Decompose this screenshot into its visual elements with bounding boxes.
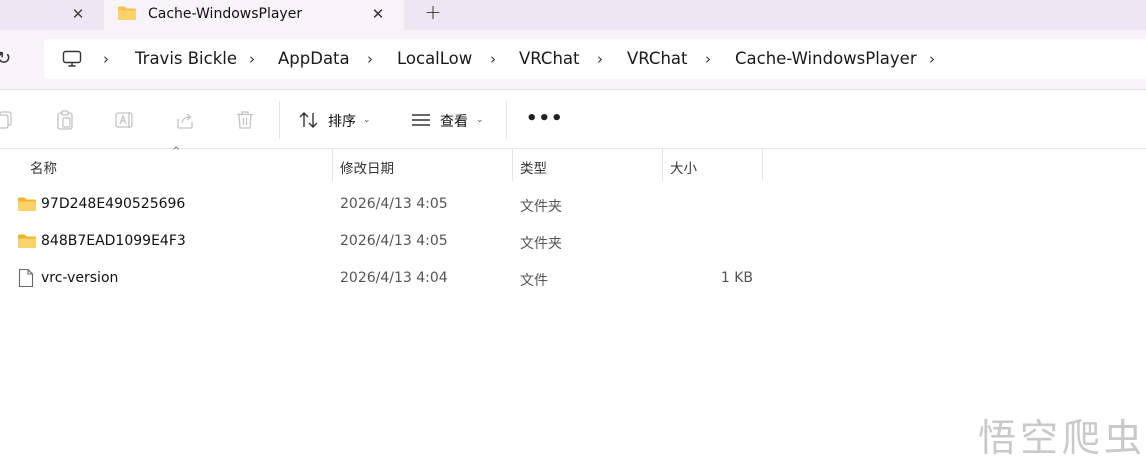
view-icon xyxy=(412,114,430,126)
file-type: 文件 xyxy=(520,273,548,289)
sort-icon xyxy=(299,112,318,128)
column-resize-handle[interactable] xyxy=(762,149,763,181)
breadcrumb-chevron-icon[interactable]: › xyxy=(705,50,711,68)
tab-close-icon[interactable]: ✕ xyxy=(368,4,388,24)
column-header-size[interactable]: 大小 xyxy=(670,157,697,177)
copy-icon[interactable] xyxy=(0,109,16,131)
file-modified: 2026/4/13 4:04 xyxy=(340,270,448,286)
file-size: 1 KB xyxy=(720,270,753,286)
rename-icon[interactable] xyxy=(114,109,136,131)
folder-icon xyxy=(18,197,36,211)
column-resize-handle[interactable] xyxy=(662,149,663,181)
file-name: vrc-version xyxy=(41,270,119,286)
breadcrumb-chevron-icon[interactable]: › xyxy=(490,50,496,68)
file-modified: 2026/4/13 4:05 xyxy=(340,196,448,212)
folder-icon xyxy=(118,6,136,20)
breadcrumb-locallow[interactable]: LocalLow xyxy=(397,48,472,70)
breadcrumb-vrchat[interactable]: VRChat xyxy=(519,48,580,70)
tab-active[interactable]: Cache-WindowsPlayer ✕ xyxy=(104,0,404,30)
file-row[interactable]: vrc-version 2026/4/13 4:04 文件 1 KB xyxy=(0,261,1146,297)
sort-label: 排序 xyxy=(328,114,356,130)
tab-strip: ✕ Cache-WindowsPlayer ✕ + xyxy=(0,0,1146,30)
column-headers: ^ 名称 修改日期 类型 大小 xyxy=(0,146,1146,181)
breadcrumb-vrchat-2[interactable]: VRChat xyxy=(627,48,688,70)
sort-button[interactable]: 排序 ⌄ xyxy=(296,108,380,132)
address-bar[interactable]: › Travis Bickle › AppData › LocalLow › V… xyxy=(44,39,1146,79)
tab-previous-close-icon[interactable]: ✕ xyxy=(68,4,88,24)
column-resize-handle[interactable] xyxy=(512,149,513,181)
delete-icon[interactable] xyxy=(234,109,256,131)
this-pc-icon[interactable] xyxy=(62,50,82,68)
breadcrumb-cache-windowsplayer[interactable]: Cache-WindowsPlayer xyxy=(735,48,917,70)
file-type: 文件夹 xyxy=(520,199,562,215)
file-name: 97D248E490525696 xyxy=(41,196,186,212)
share-icon[interactable] xyxy=(174,109,196,131)
file-icon xyxy=(18,268,34,288)
toolbar-divider xyxy=(506,101,507,139)
file-row[interactable]: 848B7EAD1099E4F3 2026/4/13 4:05 文件夹 xyxy=(0,224,1146,260)
column-header-modified[interactable]: 修改日期 xyxy=(340,157,394,177)
file-row[interactable]: 97D248E490525696 2026/4/13 4:05 文件夹 xyxy=(0,187,1146,223)
breadcrumb-appdata[interactable]: AppData xyxy=(278,48,350,70)
column-resize-handle[interactable] xyxy=(332,149,333,181)
column-header-type[interactable]: 类型 xyxy=(520,157,547,177)
breadcrumb-chevron-icon[interactable]: › xyxy=(597,50,603,68)
view-button[interactable]: 查看 ⌄ xyxy=(408,108,492,132)
file-modified: 2026/4/13 4:05 xyxy=(340,233,448,249)
paste-icon[interactable] xyxy=(54,109,76,131)
more-options-button[interactable]: ••• xyxy=(526,109,564,129)
sort-ascending-icon: ^ xyxy=(172,146,181,157)
breadcrumb-travis-bickle[interactable]: Travis Bickle xyxy=(135,48,237,70)
new-tab-button[interactable]: + xyxy=(420,1,446,25)
refresh-icon[interactable]: ↻ xyxy=(0,48,16,70)
chevron-down-icon: ⌄ xyxy=(476,115,484,125)
watermark: 悟空爬虫 xyxy=(978,416,1146,460)
breadcrumb-chevron-icon[interactable]: › xyxy=(367,50,373,68)
file-name: 848B7EAD1099E4F3 xyxy=(41,233,186,249)
tab-title: Cache-WindowsPlayer xyxy=(148,6,303,22)
breadcrumb-chevron-icon[interactable]: › xyxy=(249,50,255,68)
folder-icon xyxy=(18,234,36,248)
toolbar-divider xyxy=(279,101,280,139)
chevron-down-icon: ⌄ xyxy=(363,115,371,125)
breadcrumb-chevron-icon[interactable]: › xyxy=(103,50,109,68)
breadcrumb-chevron-icon[interactable]: › xyxy=(929,50,935,68)
address-row: ↻ › Travis Bickle › AppData › LocalLow ›… xyxy=(0,30,1146,90)
command-bar: 排序 ⌄ 查看 ⌄ ••• xyxy=(0,91,1146,149)
column-header-name[interactable]: 名称 xyxy=(30,157,57,177)
file-type: 文件夹 xyxy=(520,236,562,252)
tab-previous[interactable]: ✕ xyxy=(0,0,102,30)
view-label: 查看 xyxy=(440,114,468,130)
